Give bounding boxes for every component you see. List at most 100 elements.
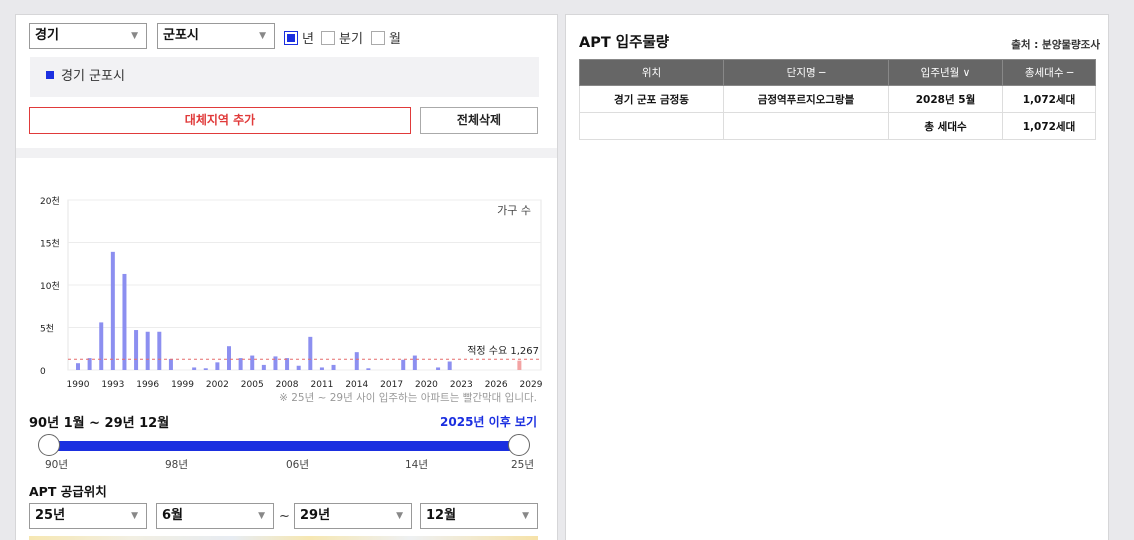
chart-bar — [227, 346, 231, 370]
range-slider-start-handle[interactable] — [38, 434, 60, 456]
period-year-label: 년 — [302, 32, 314, 47]
x-tick-label: 2005 — [241, 380, 264, 390]
chart-bar — [110, 251, 115, 370]
province-select[interactable]: 경기 ▼ — [29, 23, 147, 49]
column-header-move-in[interactable]: 입주년월 ∨ — [888, 59, 1003, 86]
apt-move-in-title: APT 입주물량 — [579, 35, 670, 51]
supply-location-title: APT 공급위치 — [29, 484, 107, 499]
table-cell: 2028년 5월 — [888, 85, 1003, 113]
apt-move-in-table: 위치 단지명 ─ 입주년월 ∨ 총세대수 ─ 경기 군포 금정동 금정역푸르지오… — [579, 59, 1096, 140]
table-cell — [579, 112, 724, 140]
chevron-down-icon: ▼ — [259, 31, 266, 41]
chart-bar — [436, 367, 441, 370]
y-tick-label: 0 — [40, 367, 46, 377]
data-source: 출처 : 분양물량조사 — [1011, 39, 1100, 51]
column-header-location[interactable]: 위치 — [579, 59, 724, 86]
chart-bar — [87, 358, 92, 370]
to-month-select[interactable]: 12월 ▼ — [420, 503, 538, 529]
slider-tick-label: 25년 — [511, 459, 535, 471]
y-tick-label: 20천 — [40, 196, 60, 207]
supply-map[interactable] — [29, 536, 538, 540]
checkbox-icon — [321, 30, 335, 45]
table-row[interactable]: 경기 군포 금정동 금정역푸르지오그랑블 2028년 5월 1,072세대 — [579, 85, 1096, 113]
x-tick-label: 2017 — [380, 380, 403, 390]
slider-tick-label: 98년 — [165, 459, 189, 471]
chart-bar — [145, 331, 150, 370]
chevron-down-icon: ▼ — [396, 511, 403, 521]
reference-line-label: 적정 수요 1,267 — [467, 345, 539, 357]
table-cell: 1,072세대 — [1002, 112, 1096, 140]
chart-bar — [308, 336, 313, 370]
range-title: 90년 1월 ~ 29년 12월 — [29, 416, 170, 431]
chart-bar — [168, 358, 173, 370]
period-year-checkbox[interactable]: 년 — [284, 28, 314, 47]
chart-bar — [354, 352, 359, 370]
chart-bar — [157, 331, 162, 370]
chart-bar — [250, 355, 255, 370]
x-tick-label: 2026 — [485, 380, 508, 390]
from-year-value: 25년 — [35, 508, 66, 523]
selected-region-row[interactable]: 경기 군포시 — [30, 57, 539, 97]
chart-bar — [331, 364, 336, 370]
chart-bar — [99, 322, 104, 370]
chart-note: ※ 25년 ~ 29년 사이 입주하는 아파트는 빨간막대 입니다. — [279, 392, 537, 404]
range-slider-end-handle[interactable] — [508, 434, 530, 456]
range-tilde: ~ — [279, 509, 290, 524]
supply-bar-chart: 0 5천 10천 15천 20천 1990 1993 1996 1999 2002 2005 2008… — [40, 196, 543, 390]
slider-tick-label: 90년 — [45, 459, 69, 471]
left-panel: 경기 ▼ 군포시 ▼ 년 분기 월 경기 군포시 대체지역 추가 전체삭제 0 5… — [15, 14, 558, 540]
to-month-value: 12월 — [426, 508, 457, 523]
from-year-select[interactable]: 25년 ▼ — [29, 503, 147, 529]
y-tick-label: 15천 — [40, 239, 60, 250]
city-select[interactable]: 군포시 ▼ — [157, 23, 275, 49]
table-cell: 경기 군포 금정동 — [579, 85, 724, 113]
delete-all-button[interactable]: 전체삭제 — [420, 107, 538, 134]
chevron-down-icon: ▼ — [522, 511, 529, 521]
chart-bar — [517, 360, 522, 370]
view-after-2025-link[interactable]: 2025년 이후 보기 — [440, 413, 537, 430]
column-header-complex[interactable]: 단지명 ─ — [723, 59, 889, 86]
chart-bar — [447, 361, 452, 370]
period-quarter-label: 분기 — [339, 32, 363, 47]
x-tick-label: 1999 — [171, 380, 194, 390]
chart-bar — [134, 330, 139, 370]
table-cell: 총 세대수 — [888, 112, 1003, 140]
period-month-checkbox[interactable]: 월 — [371, 28, 401, 47]
to-year-value: 29년 — [300, 508, 331, 523]
chart-bar — [319, 367, 324, 370]
column-header-households[interactable]: 총세대수 ─ — [1002, 59, 1096, 86]
slider-tick-label: 14년 — [405, 459, 429, 471]
x-tick-label: 2020 — [415, 380, 438, 390]
chevron-down-icon: ▼ — [131, 511, 138, 521]
chart-bar — [238, 358, 243, 370]
chart-bar — [285, 358, 290, 370]
period-quarter-checkbox[interactable]: 분기 — [321, 28, 363, 47]
to-year-select[interactable]: 29년 ▼ — [294, 503, 412, 529]
range-slider-track[interactable] — [49, 441, 519, 451]
chart-bar — [273, 356, 278, 370]
checkbox-checked-icon — [284, 30, 298, 45]
from-month-select[interactable]: 6월 ▼ — [156, 503, 274, 529]
table-header-row: 위치 단지명 ─ 입주년월 ∨ 총세대수 ─ — [579, 59, 1096, 86]
x-tick-label: 1990 — [67, 380, 90, 390]
chart-bar — [401, 359, 406, 370]
x-tick-label: 2002 — [206, 380, 229, 390]
chart-bar — [261, 364, 266, 370]
x-tick-label: 2014 — [345, 380, 368, 390]
from-month-value: 6월 — [162, 508, 184, 523]
chart-legend: 가구 수 — [497, 204, 531, 217]
table-cell — [723, 112, 889, 140]
province-value: 경기 — [35, 28, 59, 43]
region-color-icon — [46, 71, 54, 79]
x-tick-label: 1996 — [136, 380, 159, 390]
chevron-down-icon: ▼ — [258, 511, 265, 521]
add-region-button[interactable]: 대체지역 추가 — [29, 107, 411, 134]
y-tick-label: 5천 — [40, 324, 54, 335]
city-value: 군포시 — [163, 28, 199, 43]
table-cell: 금정역푸르지오그랑블 — [723, 85, 889, 113]
table-cell: 1,072세대 — [1002, 85, 1096, 113]
y-tick-label: 10천 — [40, 281, 60, 292]
x-tick-label: 1993 — [101, 380, 124, 390]
chart-bar — [192, 367, 197, 370]
chevron-down-icon: ▼ — [131, 31, 138, 41]
